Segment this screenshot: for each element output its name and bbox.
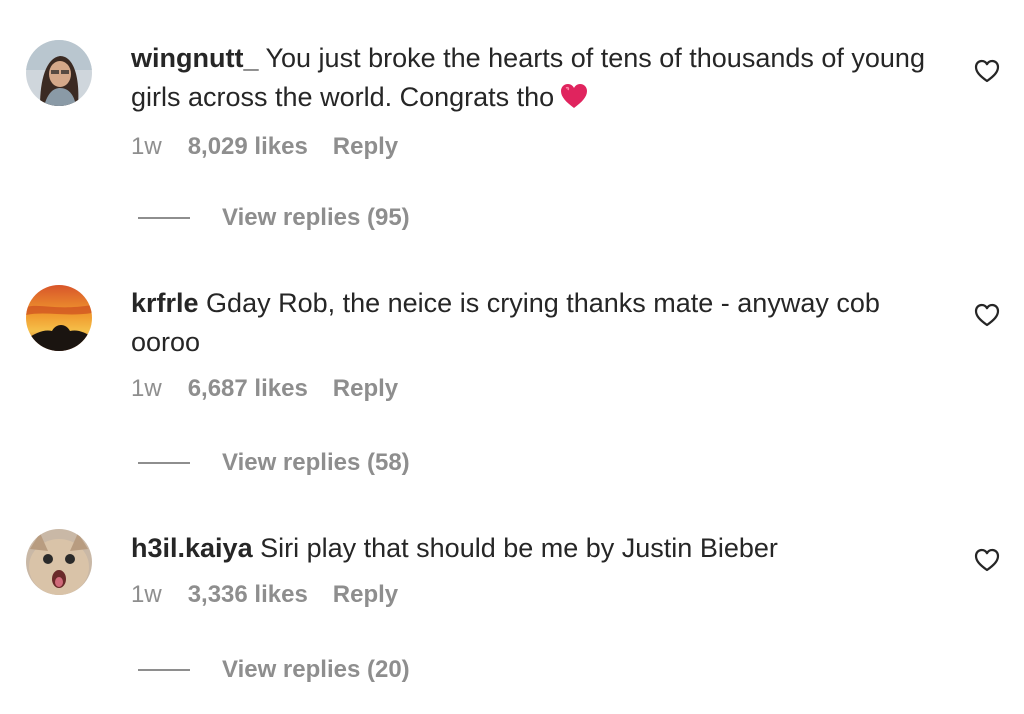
like-heart-icon[interactable] xyxy=(974,58,1000,84)
comment-meta: 1w 8,029 likes Reply xyxy=(131,133,951,165)
comment-body: Gday Rob, the neice is crying thanks mat… xyxy=(131,288,880,357)
avatar[interactable] xyxy=(26,40,92,106)
comment-timestamp[interactable]: 1w xyxy=(131,375,162,403)
comment-text: krfrle Gday Rob, the neice is crying tha… xyxy=(131,284,951,362)
comment-meta: 1w 6,687 likes Reply xyxy=(131,375,951,407)
comment-timestamp[interactable]: 1w xyxy=(131,133,162,161)
comment-username[interactable]: krfrle xyxy=(131,288,199,318)
avatar-image xyxy=(26,40,92,106)
view-replies-button[interactable]: View replies (95) xyxy=(138,204,410,232)
comment-username[interactable]: wingnutt_ xyxy=(131,43,258,73)
comment-body: Siri play that should be me by Justin Bi… xyxy=(252,533,778,563)
view-replies-label: View replies (20) xyxy=(222,656,410,683)
avatar[interactable] xyxy=(26,285,92,351)
view-replies-label: View replies (95) xyxy=(222,204,410,231)
reply-button[interactable]: Reply xyxy=(333,581,398,609)
comment-meta: 1w 3,336 likes Reply xyxy=(131,581,951,613)
like-heart-icon[interactable] xyxy=(974,302,1000,328)
red-heart-emoji-icon xyxy=(560,81,588,120)
avatar[interactable] xyxy=(26,529,92,595)
view-replies-button[interactable]: View replies (20) xyxy=(138,656,410,684)
comment-likes-count[interactable]: 6,687 likes xyxy=(188,375,308,403)
avatar-image xyxy=(26,529,92,595)
comment-likes-count[interactable]: 3,336 likes xyxy=(188,581,308,609)
reply-button[interactable]: Reply xyxy=(333,375,398,403)
comment-likes-count[interactable]: 8,029 likes xyxy=(188,133,308,161)
avatar-image xyxy=(26,285,92,351)
comment-text: wingnutt_ You just broke the hearts of t… xyxy=(131,39,951,120)
comment-timestamp[interactable]: 1w xyxy=(131,581,162,609)
replies-divider-line xyxy=(138,669,190,671)
like-heart-icon[interactable] xyxy=(974,547,1000,573)
replies-divider-line xyxy=(138,462,190,464)
view-replies-button[interactable]: View replies (58) xyxy=(138,449,410,477)
comment-username[interactable]: h3il.kaiya xyxy=(131,533,253,563)
reply-button[interactable]: Reply xyxy=(333,133,398,161)
view-replies-label: View replies (58) xyxy=(222,449,410,476)
comment-text: h3il.kaiya Siri play that should be me b… xyxy=(131,529,951,568)
replies-divider-line xyxy=(138,217,190,219)
